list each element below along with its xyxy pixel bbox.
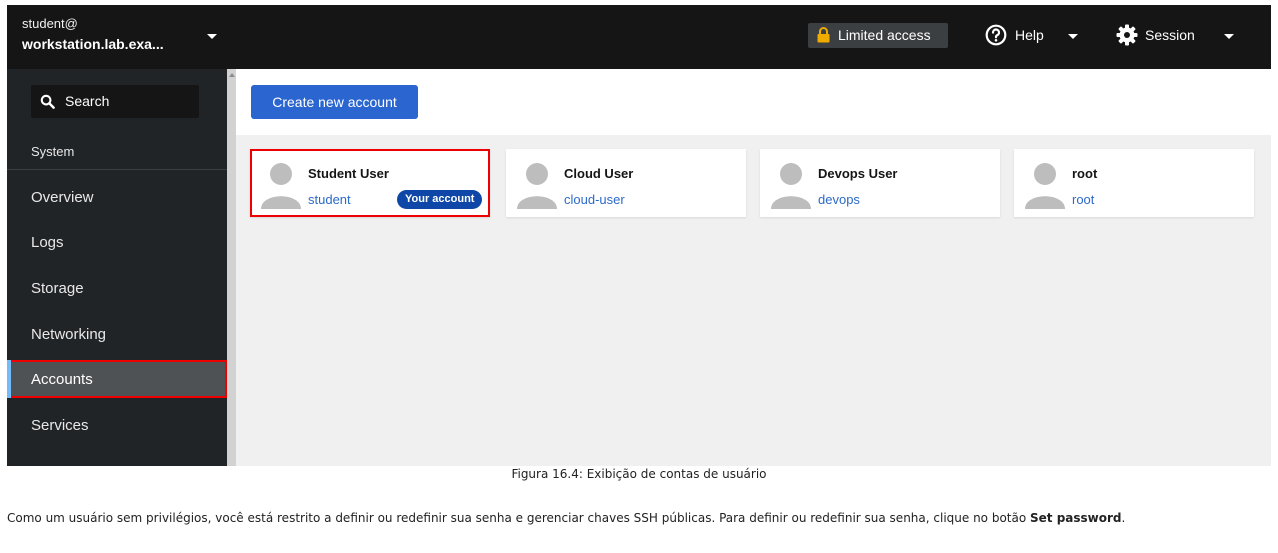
session-menu[interactable]: Session <box>1116 22 1236 50</box>
gear-icon <box>1116 24 1138 46</box>
accounts-toolbar: Create new account <box>236 69 1271 135</box>
sidebar-item-label: Services <box>31 417 89 434</box>
avatar-icon <box>771 163 811 209</box>
body-paragraph: Como um usuário sem privilégios, você es… <box>7 511 1271 525</box>
avatar-icon <box>1025 163 1065 209</box>
account-card-cloud-user[interactable]: Cloud User cloud-user <box>506 149 746 217</box>
limited-access-button[interactable]: Limited access <box>808 23 948 48</box>
sidebar-item-label: Logs <box>31 234 64 251</box>
masthead: Limited access Help Session <box>236 5 1271 69</box>
sidebar-item-networking[interactable]: Networking <box>7 315 227 353</box>
account-name: Cloud User <box>564 166 634 181</box>
chevron-down-icon <box>207 34 217 39</box>
host-name: workstation.lab.exa... <box>22 36 164 52</box>
paragraph-end: . <box>1121 511 1126 525</box>
sidebar-item-label: Accounts <box>31 371 93 388</box>
sidebar-section-system[interactable]: System <box>7 132 236 170</box>
sidebar-item-label: Overview <box>31 189 94 206</box>
sidebar-scrollbar[interactable] <box>227 69 236 466</box>
scroll-up-icon[interactable] <box>229 73 235 77</box>
sidebar: student@ workstation.lab.exa... Search S… <box>7 5 236 466</box>
avatar-icon <box>261 163 301 209</box>
session-label: Session <box>1145 27 1195 43</box>
limited-access-label: Limited access <box>838 27 931 43</box>
lock-icon <box>817 27 830 43</box>
paragraph-bold: Set password <box>1030 511 1122 525</box>
cockpit-window: student@ workstation.lab.exa... Search S… <box>7 5 1271 466</box>
host-switcher[interactable]: student@ workstation.lab.exa... <box>7 5 236 69</box>
chevron-down-icon <box>1224 34 1234 39</box>
help-menu[interactable]: Help <box>985 22 1081 50</box>
avatar-icon <box>517 163 557 209</box>
search-input[interactable]: Search <box>31 85 199 118</box>
account-card-root[interactable]: root root <box>1014 149 1254 217</box>
account-name: Student User <box>308 166 389 181</box>
account-card-student[interactable]: Student User student Your account <box>250 149 490 217</box>
chevron-down-icon <box>1068 34 1078 39</box>
help-icon <box>985 24 1007 46</box>
search-icon <box>40 94 55 109</box>
account-name: Devops User <box>818 166 898 181</box>
your-account-badge: Your account <box>397 190 483 209</box>
sidebar-item-label: Storage <box>31 280 84 297</box>
sidebar-item-label: Networking <box>31 326 107 343</box>
sidebar-item-overview[interactable]: Overview <box>7 178 227 216</box>
account-login[interactable]: cloud-user <box>564 192 625 207</box>
paragraph-text: Como um usuário sem privilégios, você es… <box>7 511 1031 525</box>
figure-caption: Figura 16.4: Exibição de contas de usuár… <box>511 467 767 481</box>
sidebar-item-services[interactable]: Services <box>7 406 227 444</box>
account-login[interactable]: devops <box>818 192 860 207</box>
accounts-page: Create new account Student User student … <box>236 69 1271 466</box>
search-label: Search <box>65 93 110 109</box>
account-login[interactable]: root <box>1072 192 1094 207</box>
account-login[interactable]: student <box>308 192 351 207</box>
active-indicator <box>7 360 11 398</box>
account-name: root <box>1072 166 1098 181</box>
account-card-devops[interactable]: Devops User devops <box>760 149 1000 217</box>
host-user: student@ <box>22 16 78 31</box>
create-account-button[interactable]: Create new account <box>251 85 418 119</box>
sidebar-item-logs[interactable]: Logs <box>7 223 227 261</box>
help-label: Help <box>1015 27 1044 43</box>
sidebar-section-label: System <box>31 144 75 159</box>
sidebar-item-accounts[interactable]: Accounts <box>7 360 227 398</box>
sidebar-item-storage[interactable]: Storage <box>7 269 227 307</box>
